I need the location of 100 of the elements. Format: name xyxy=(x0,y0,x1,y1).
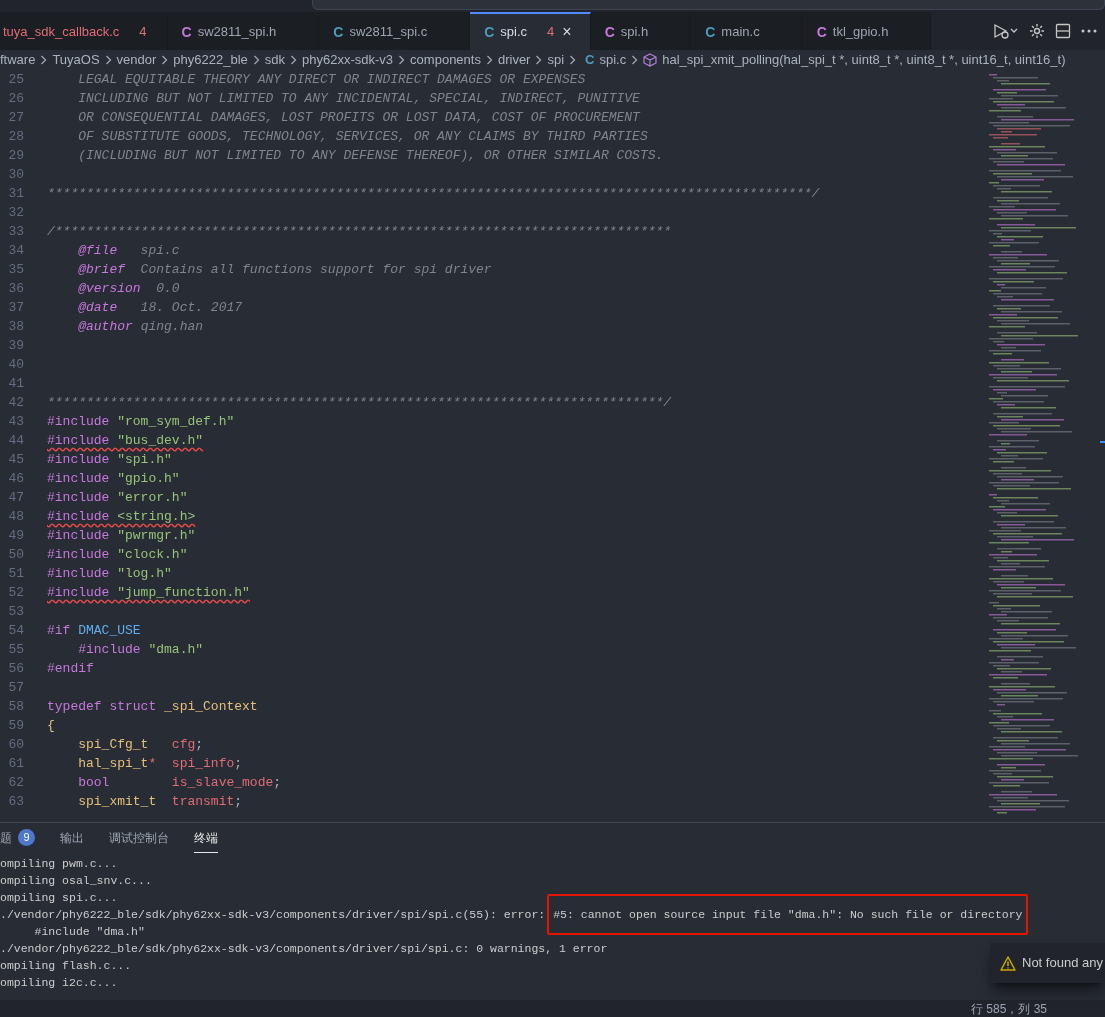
editor-tab[interactable]: C sw2811_spi.h xyxy=(167,12,320,50)
chevron-icon xyxy=(161,55,169,65)
breadcrumb-item[interactable]: driver xyxy=(497,50,531,70)
code-line: #include "bus_dev.h" xyxy=(47,432,204,450)
tab-label: spi.c xyxy=(500,23,528,42)
line-number: 44 xyxy=(7,432,24,450)
tab-label: spi.h xyxy=(620,23,649,42)
line-number: 26 xyxy=(7,90,24,108)
line-number: 38 xyxy=(7,318,24,336)
file-type-icon: C xyxy=(333,21,344,43)
terminal-text: ./vendor/phy6222_ble/sdk/phy62xx-sdk-v3/components/driver/spi/spi.c: 0 warnings, 1 error xyxy=(0,941,608,957)
cursor-position[interactable]: 行 585，列 35 xyxy=(970,999,1047,1017)
split-editor-icon[interactable] xyxy=(1055,23,1071,39)
breadcrumb-item[interactable]: TuyaOS xyxy=(52,50,100,70)
code-line: #endif xyxy=(47,660,94,678)
line-number: 59 xyxy=(7,717,24,735)
code-line: #include "error.h" xyxy=(47,489,188,507)
chevron-icon xyxy=(569,55,577,65)
code-line: hal_spi_t* spi_info; xyxy=(77,755,243,773)
line-number: 37 xyxy=(7,299,24,317)
line-number: 40 xyxy=(7,356,24,374)
code-line: spi_xmit_t transmit; xyxy=(77,793,243,811)
count-badge: 9 xyxy=(18,829,35,846)
tab-label: main.c xyxy=(721,23,760,42)
line-number: 43 xyxy=(7,413,24,431)
line-number: 47 xyxy=(7,489,24,507)
breadcrumb-item[interactable]: vendor xyxy=(116,50,157,70)
code-line: #include "dma.h" xyxy=(77,641,204,659)
chevron-icon xyxy=(290,55,298,65)
code-line: spi_Cfg_t cfg; xyxy=(77,736,204,754)
line-number: 25 xyxy=(7,71,24,89)
line-number: 53 xyxy=(7,603,24,621)
code-line: @date 18. Oct. 2017 xyxy=(77,299,243,317)
code-line: #include "clock.h" xyxy=(47,546,188,564)
line-number: 56 xyxy=(7,660,24,678)
line-number: 28 xyxy=(7,128,24,146)
panel-tab[interactable]: 题 9 xyxy=(0,823,35,853)
line-number: 45 xyxy=(7,451,24,469)
code-line: #include <string.h> xyxy=(47,508,196,526)
close-icon[interactable]: × xyxy=(562,20,572,44)
line-number: 32 xyxy=(7,204,24,222)
code-line: #include "log.h" xyxy=(47,565,172,583)
code-line: LEGAL EQUITABLE THEORY ANY DIRECT OR INDIRECT DAMAGES OR EXPENSES xyxy=(77,71,586,89)
file-type-icon: C xyxy=(705,21,716,43)
code-line: typedef struct _spi_Context xyxy=(47,698,258,716)
panel-tab[interactable]: 输出 xyxy=(60,823,84,853)
code-line: #include "spi.h" xyxy=(47,451,172,469)
panel-tab[interactable]: 终端 xyxy=(194,823,218,853)
line-number: 49 xyxy=(7,527,24,545)
code-line: INCLUDING BUT NOT LIMITED TO ANY INCIDENTAL, SPECIAL, INDIRECT, PUNITIVE xyxy=(77,90,640,108)
line-number: 46 xyxy=(7,470,24,488)
line-number: 54 xyxy=(7,622,24,640)
settings-icon[interactable] xyxy=(1029,23,1045,39)
line-number: 62 xyxy=(7,774,24,792)
run-debug-icon[interactable] xyxy=(993,23,1019,39)
breadcrumb-item[interactable]: spi.c xyxy=(599,50,627,70)
chevron-icon xyxy=(252,55,260,65)
code-line: @version 0.0 xyxy=(77,280,180,298)
line-number: 36 xyxy=(7,280,24,298)
editor-tab[interactable]: C spi.c 4 × xyxy=(470,12,591,50)
warning-icon xyxy=(1000,955,1016,971)
code-line: /******************************************************************************* xyxy=(47,223,672,241)
line-number: 51 xyxy=(7,565,24,583)
line-number: 63 xyxy=(7,793,24,811)
problem-count: 4 xyxy=(139,23,147,42)
line-number: 42 xyxy=(7,394,24,412)
code-line: @file spi.c xyxy=(77,242,180,260)
breadcrumb-item[interactable]: phy62xx-sdk-v3 xyxy=(302,50,394,70)
line-number: 48 xyxy=(7,508,24,526)
line-number: 57 xyxy=(7,679,24,697)
editor-tab[interactable]: C main.c xyxy=(691,12,803,50)
editor-tab[interactable]: C tkl_gpio.h xyxy=(802,12,932,50)
line-number: 41 xyxy=(7,375,24,393)
file-type-icon: C xyxy=(604,21,615,43)
editor-tab[interactable]: tuya_sdk_callback.c 4 xyxy=(0,12,168,50)
chevron-icon xyxy=(398,55,406,65)
breadcrumb-item[interactable]: phy6222_ble xyxy=(173,50,248,70)
file-type-icon: C xyxy=(484,21,495,43)
code-line: OF SUBSTITUTE GOODS, TECHNOLOGY, SERVICES, OR ANY CLAIMS BY THIRD PARTIES xyxy=(77,128,648,146)
chevron-icon xyxy=(104,55,112,65)
panel-tab[interactable]: 调试控制台 xyxy=(109,823,169,853)
breadcrumb-item[interactable]: sdk xyxy=(264,50,286,70)
breadcrumb-item[interactable]: spi xyxy=(547,50,565,70)
terminal-text: ompiling spi.c... xyxy=(0,890,118,906)
breadcrumb-item[interactable]: ftware xyxy=(0,50,36,70)
code-line: **************************************************************************************************/ xyxy=(47,185,820,203)
notification-toast[interactable]: Not found any xyxy=(990,943,1105,983)
more-icon[interactable] xyxy=(1081,29,1097,33)
editor-tab[interactable]: C sw2811_spi.c xyxy=(319,12,471,50)
file-type-icon: C xyxy=(585,50,595,70)
line-number: 30 xyxy=(7,166,24,184)
line-number: 61 xyxy=(7,755,24,773)
chevron-icon xyxy=(535,55,543,65)
editor-tab[interactable]: C spi.h xyxy=(590,12,692,50)
breadcrumb-item[interactable]: components xyxy=(410,50,481,70)
code-line: #include "pwrmgr.h" xyxy=(47,527,196,545)
breadcrumb-symbol[interactable]: hal_spi_xmit_polling(hal_spi_t *, uint8_t *, uint8_t *, uint16_t, uint16_t) xyxy=(662,50,1066,70)
line-number: 39 xyxy=(7,337,24,355)
line-number: 29 xyxy=(7,147,24,165)
tab-label: sw2811_spi.h xyxy=(197,23,277,42)
